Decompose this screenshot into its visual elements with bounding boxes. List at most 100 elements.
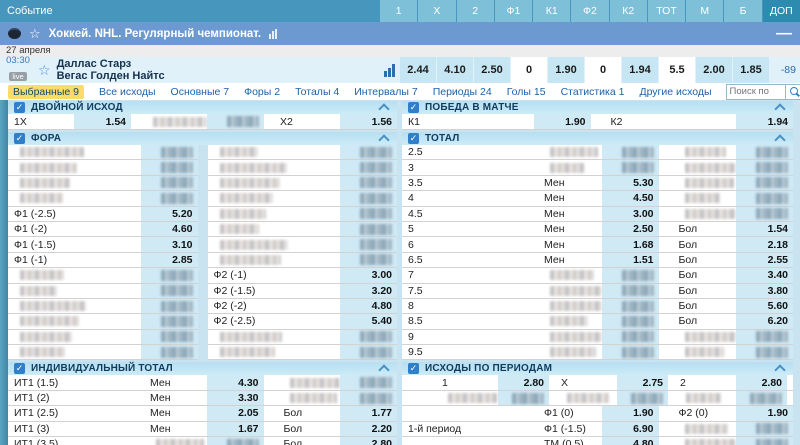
odds-value[interactable]: 4.50 xyxy=(602,191,659,205)
odds-value[interactable]: 3.10 xyxy=(141,237,198,251)
odds-value[interactable]: 2.75 xyxy=(617,375,668,389)
favorite-star-icon[interactable]: ☆ xyxy=(29,27,41,40)
odds-cell-blurred[interactable] xyxy=(141,145,198,159)
odds-value[interactable]: 2.05 xyxy=(207,406,264,420)
odds-value[interactable]: 2.55 xyxy=(736,253,793,267)
chevron-up-icon[interactable] xyxy=(774,365,785,376)
match-odds-cell[interactable]: 0 xyxy=(511,57,547,83)
odds-cell-blurred[interactable] xyxy=(602,268,659,282)
checkbox-checked-icon[interactable]: ✓ xyxy=(408,133,419,144)
team-names[interactable]: Даллас Старз Вегас Голден Найтс xyxy=(57,58,165,82)
odds-cell-blurred[interactable] xyxy=(340,237,397,251)
odds-value[interactable]: 2.80 xyxy=(736,375,787,389)
odds-value[interactable]: 1.90 xyxy=(602,406,659,420)
odds-value[interactable]: 6.20 xyxy=(736,314,793,328)
odds-value[interactable]: 6.90 xyxy=(602,422,659,436)
match-odds-cell[interactable]: 1.90 xyxy=(548,57,584,83)
odds-cell-blurred[interactable] xyxy=(602,160,659,174)
tab-выбранные[interactable]: Выбранные 9 xyxy=(8,85,84,99)
odds-cell-blurred[interactable] xyxy=(736,330,793,344)
match-odds-cell[interactable]: 2.00 xyxy=(696,57,732,83)
odds-cell-blurred[interactable] xyxy=(141,330,198,344)
odds-cell-blurred[interactable] xyxy=(736,391,787,405)
chevron-up-icon[interactable] xyxy=(378,103,389,114)
odds-value[interactable]: 1.68 xyxy=(602,237,659,251)
tab-периоды[interactable]: Периоды 24 xyxy=(433,86,492,98)
odds-cell-blurred[interactable] xyxy=(340,345,397,359)
odds-value[interactable]: 2.80 xyxy=(498,375,549,389)
checkbox-checked-icon[interactable]: ✓ xyxy=(408,102,419,113)
odds-value[interactable]: 4.80 xyxy=(602,437,659,445)
tab-интервалы[interactable]: Интервалы 7 xyxy=(354,86,417,98)
odds-cell-blurred[interactable] xyxy=(340,176,397,190)
odds-cell-blurred[interactable] xyxy=(602,284,659,298)
odds-cell-blurred[interactable] xyxy=(736,176,793,190)
odds-cell-blurred[interactable] xyxy=(340,330,397,344)
odds-cell-blurred[interactable] xyxy=(141,268,198,282)
tab-тоталы[interactable]: Тоталы 4 xyxy=(295,86,339,98)
odds-value[interactable]: 2.80 xyxy=(340,437,397,445)
odds-value[interactable]: 1.54 xyxy=(736,222,793,236)
odds-cell-blurred[interactable] xyxy=(602,330,659,344)
match-row[interactable]: 03:30 live ☆ Даллас Старз Вегас Голден Н… xyxy=(0,57,800,83)
chevron-up-icon[interactable] xyxy=(378,365,389,376)
match-odds-cell[interactable]: 5.5 xyxy=(659,57,695,83)
odds-cell-blurred[interactable] xyxy=(340,391,397,405)
checkbox-checked-icon[interactable]: ✓ xyxy=(14,363,25,374)
odds-cell-blurred[interactable] xyxy=(602,345,659,359)
odds-value[interactable]: 4.60 xyxy=(141,222,198,236)
odds-cell-blurred[interactable] xyxy=(340,145,397,159)
match-odds-cell[interactable]: 4.10 xyxy=(437,57,473,83)
odds-cell-blurred[interactable] xyxy=(141,176,198,190)
odds-value[interactable]: 3.40 xyxy=(736,268,793,282)
match-stats-icon[interactable] xyxy=(384,64,395,77)
search-input[interactable] xyxy=(727,86,785,97)
league-title[interactable]: Хоккей. NHL. Регулярный чемпионат. xyxy=(49,28,261,40)
odds-value[interactable]: 5.30 xyxy=(602,176,659,190)
odds-value[interactable]: 3.00 xyxy=(602,207,659,221)
odds-value[interactable]: 1.54 xyxy=(74,114,131,129)
odds-cell-blurred[interactable] xyxy=(736,145,793,159)
stats-bars-icon[interactable] xyxy=(269,29,277,39)
odds-cell-blurred[interactable] xyxy=(141,160,198,174)
odds-cell-blurred[interactable] xyxy=(736,207,793,221)
odds-cell-blurred[interactable] xyxy=(602,314,659,328)
odds-value[interactable]: 2.50 xyxy=(602,222,659,236)
odds-value[interactable]: 3.00 xyxy=(340,268,397,282)
odds-cell-blurred[interactable] xyxy=(602,145,659,159)
odds-cell-blurred[interactable] xyxy=(340,207,397,221)
odds-cell-blurred[interactable] xyxy=(141,191,198,205)
tab-статистика[interactable]: Статистика 1 xyxy=(561,86,625,98)
match-odds-cell[interactable]: 2.44 xyxy=(400,57,436,83)
odds-cell-blurred[interactable] xyxy=(207,437,264,445)
odds-value[interactable]: 1.90 xyxy=(534,114,591,129)
checkbox-checked-icon[interactable]: ✓ xyxy=(408,363,419,374)
odds-value[interactable]: 1.90 xyxy=(736,406,793,420)
odds-value[interactable]: 3.20 xyxy=(340,284,397,298)
odds-cell-blurred[interactable] xyxy=(207,114,264,129)
odds-cell-blurred[interactable] xyxy=(736,191,793,205)
match-odds-cell[interactable]: 1.94 xyxy=(622,57,658,83)
odds-cell-blurred[interactable] xyxy=(340,160,397,174)
odds-cell-blurred[interactable] xyxy=(141,345,198,359)
match-odds-cell[interactable]: 0 xyxy=(585,57,621,83)
odds-value[interactable]: 2.85 xyxy=(141,253,198,267)
odds-value[interactable]: 4.30 xyxy=(207,375,264,389)
odds-cell-blurred[interactable] xyxy=(617,391,668,405)
odds-value[interactable]: 2.20 xyxy=(340,422,397,436)
chevron-up-icon[interactable] xyxy=(378,134,389,145)
odds-cell-blurred[interactable] xyxy=(340,253,397,267)
odds-cell-blurred[interactable] xyxy=(141,284,198,298)
checkbox-checked-icon[interactable]: ✓ xyxy=(14,133,25,144)
odds-cell-blurred[interactable] xyxy=(340,375,397,389)
odds-cell-blurred[interactable] xyxy=(340,222,397,236)
chevron-up-icon[interactable] xyxy=(774,103,785,114)
odds-value[interactable]: 1.77 xyxy=(340,406,397,420)
odds-value[interactable]: 4.80 xyxy=(340,299,397,313)
match-odds-cell[interactable]: 1.85 xyxy=(733,57,769,83)
tab-голы[interactable]: Голы 15 xyxy=(507,86,546,98)
odds-value[interactable]: 1.67 xyxy=(207,422,264,436)
odds-cell-blurred[interactable] xyxy=(498,391,549,405)
checkbox-checked-icon[interactable]: ✓ xyxy=(14,102,25,113)
tab-все[interactable]: Все исходы xyxy=(99,86,156,98)
